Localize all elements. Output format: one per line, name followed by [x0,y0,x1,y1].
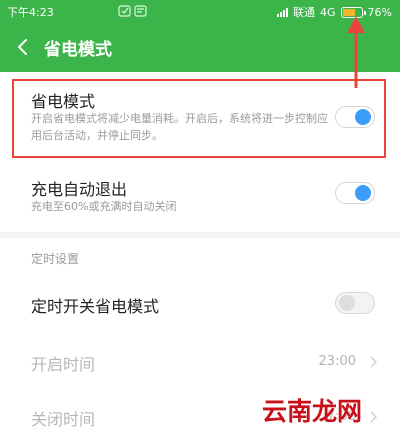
auto-exit-title: 充电自动退出 [31,180,128,199]
start-time-row[interactable]: 开启时间 23:00 [0,345,400,379]
network-label: 4G [320,5,336,19]
header: 下午4:23 联通 4G 76% 省电模式 [0,0,400,72]
watermark: 云南龙网 [262,392,362,428]
status-time: 下午4:23 [7,6,54,19]
chevron-left-icon[interactable] [12,35,34,59]
signal-icon [277,7,289,17]
chevron-right-icon [370,411,377,423]
end-time-label: 关闭时间 [31,410,96,429]
watermark-text: 云南龙网 [262,397,363,426]
section-divider [0,232,400,238]
chevron-right-icon [370,356,377,368]
annotation-highlight-box [12,79,386,158]
auto-exit-row[interactable]: 充电自动退出 充电至60%或充满时自动关闭 [0,170,400,226]
start-time-label: 开启时间 [31,355,96,374]
status-bar: 下午4:23 联通 4G 76% [0,0,400,22]
battery-percent: 76% [367,5,392,19]
section-header-schedule: 定时设置 [31,252,80,266]
action-bar: 省电模式 [0,22,400,72]
scheduled-toggle[interactable] [335,292,375,314]
scheduled-toggle-row[interactable]: 定时开关省电模式 [0,285,400,325]
start-time-value: 23:00 [318,354,356,369]
scheduled-toggle-title: 定时开关省电模式 [31,297,160,316]
carrier-label: 联通 [293,6,316,19]
auto-exit-toggle[interactable] [335,182,375,204]
page-title: 省电模式 [44,40,112,60]
notification-icons [118,5,147,17]
auto-exit-description: 充电至60%或充满时自动关闭 [31,200,177,213]
status-right: 联通 4G 76% [277,4,392,20]
